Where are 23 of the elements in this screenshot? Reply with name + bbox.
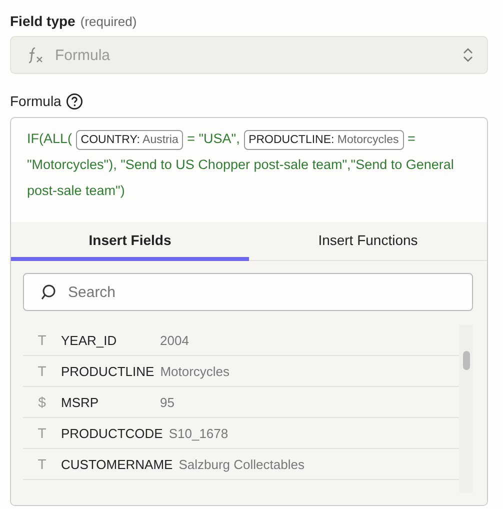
field-type-icon: T xyxy=(23,363,61,379)
field-type-icon: T xyxy=(23,425,61,441)
chevron-icon xyxy=(463,47,473,63)
field-type-icon: $ xyxy=(23,394,61,410)
field-type-icon: T xyxy=(23,456,61,472)
scrollbar[interactable] xyxy=(459,325,473,493)
function-icon xyxy=(27,46,45,64)
formula-editor[interactable] xyxy=(10,117,488,506)
field-row[interactable]: T PRODUCTLINE Motorcycles xyxy=(23,356,459,387)
formula-label: Formula xyxy=(10,93,62,109)
tab[interactable]: Insert Functions xyxy=(249,222,487,261)
formula-text: IF(ALL( COUNTRY: Austria = "USA", PRODUCTLINE: Motorcycles = "Motorcycles"), "Send to US Chopper post-sale team","Send to General post-sale team") xyxy=(27,129,455,200)
field-row[interactable]: T YEAR_ID 2004 xyxy=(23,325,459,356)
required-hint: (required) xyxy=(80,14,137,28)
field-row[interactable]: $ MSRP 95 xyxy=(23,387,459,418)
help-icon[interactable] xyxy=(66,92,84,110)
field-row[interactable]: T CUSTOMERNAME Salzburg Collectables xyxy=(23,449,459,480)
tab[interactable]: Insert Fields xyxy=(11,222,249,261)
field-label: Field type xyxy=(10,13,76,29)
field-type-icon: T xyxy=(23,332,61,348)
search-field[interactable]: Search xyxy=(23,273,473,311)
scroll-thumb[interactable] xyxy=(462,351,470,370)
field-row[interactable]: T PRODUCTCODE S10_1678 xyxy=(23,418,459,449)
